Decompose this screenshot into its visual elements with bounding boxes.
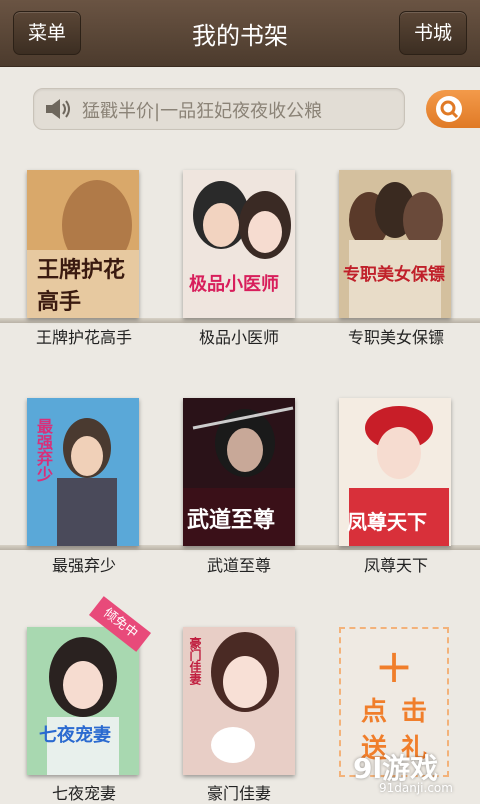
book-title: 专职美女保镖 xyxy=(347,328,444,347)
speaker-icon xyxy=(46,99,70,119)
watermark-url: 91danji.com xyxy=(379,781,453,795)
bookstore-button[interactable]: 书城 xyxy=(399,11,467,55)
book-cover-fengzun[interactable]: 凤尊天下 xyxy=(339,398,451,546)
book-title: 王牌护花高手 xyxy=(35,328,132,347)
book-cover-wangpai[interactable]: 王牌护花高手 xyxy=(27,170,139,318)
search-icon xyxy=(436,96,462,122)
notice-text: 猛戳半价|一品狂妃夜夜收公粮 xyxy=(82,101,323,122)
book-title: 七夜宠妻 xyxy=(51,784,116,803)
book-cover-zuiqiang[interactable]: 最强弃少 xyxy=(27,398,139,546)
shelf-divider xyxy=(0,318,480,323)
promo-notice-bar[interactable]: 猛戳半价|一品狂妃夜夜收公粮 xyxy=(33,88,405,130)
book-cover-zhuanzhi[interactable]: 专职美女保镖 xyxy=(339,170,451,318)
plus-icon: + xyxy=(374,639,414,693)
book-title: 豪门佳妻 xyxy=(206,784,271,803)
book-cover-haomen[interactable]: 豪门佳妻 xyxy=(183,627,295,775)
book-title: 武道至尊 xyxy=(206,556,271,575)
search-button[interactable] xyxy=(426,90,480,128)
book-title: 极品小医师 xyxy=(198,328,279,347)
site-watermark: 9l游戏 91danji.com xyxy=(345,745,480,800)
book-cover-jipin[interactable]: 极品小医师 xyxy=(183,170,295,318)
book-cover-wudao[interactable]: 武道至尊 xyxy=(183,398,295,546)
book-cover-qiye[interactable]: 七夜宠妻 xyxy=(27,627,139,775)
book-title: 最强弃少 xyxy=(51,556,116,575)
top-bar: 菜单 我的书架 书城 xyxy=(0,0,480,67)
book-title: 凤尊天下 xyxy=(363,556,428,575)
